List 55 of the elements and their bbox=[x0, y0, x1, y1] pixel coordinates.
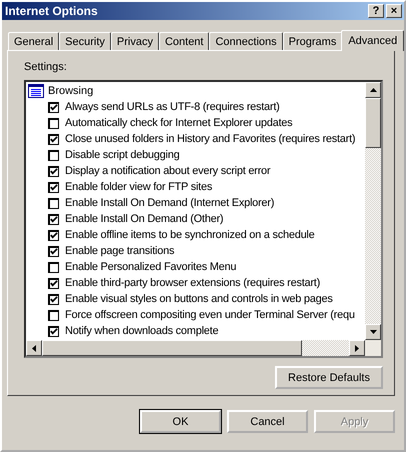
tab[interactable]: Content bbox=[158, 32, 210, 50]
checkbox[interactable] bbox=[48, 246, 59, 256]
scroll-down-icon[interactable] bbox=[365, 324, 381, 340]
scroll-left-icon[interactable] bbox=[26, 340, 42, 356]
checkbox[interactable] bbox=[48, 102, 59, 112]
list-icon bbox=[28, 84, 44, 98]
checkbox[interactable] bbox=[48, 150, 59, 160]
dialog-button[interactable]: OK bbox=[140, 410, 221, 433]
checkbox[interactable] bbox=[48, 294, 59, 304]
setting-label: Enable offline items to be synchronized on a schedule bbox=[65, 229, 314, 241]
checkbox[interactable] bbox=[48, 198, 59, 208]
checkbox[interactable] bbox=[48, 262, 59, 272]
setting-label: Enable visual styles on buttons and controls in web pages bbox=[65, 293, 333, 305]
checkbox[interactable] bbox=[48, 118, 59, 128]
setting-label: Enable page transitions bbox=[65, 245, 174, 257]
restore-defaults-button[interactable]: Restore Defaults bbox=[275, 366, 383, 389]
scroll-thumb[interactable] bbox=[365, 98, 381, 148]
setting-label: Force offscreen compositing even under Terminal Server (requ bbox=[65, 309, 355, 321]
settings-label: Settings: bbox=[24, 61, 68, 73]
scroll-thumb[interactable] bbox=[42, 340, 302, 356]
setting-label: Enable Install On Demand (Other) bbox=[65, 213, 224, 225]
vertical-scrollbar[interactable] bbox=[365, 82, 381, 340]
setting-label: Enable Personalized Favorites Menu bbox=[65, 261, 236, 273]
tab[interactable]: Connections bbox=[209, 32, 283, 50]
setting-label: Display a notification about every script error bbox=[65, 165, 270, 177]
tab[interactable]: Programs bbox=[282, 32, 342, 50]
horizontal-scrollbar[interactable] bbox=[26, 340, 381, 356]
setting-label: Close unused folders in History and Favorites (requires restart) bbox=[65, 133, 356, 145]
help-button[interactable]: ? bbox=[368, 4, 384, 18]
tab[interactable]: General bbox=[8, 32, 60, 50]
checkbox[interactable] bbox=[48, 214, 59, 224]
tab[interactable]: Advanced bbox=[341, 30, 404, 51]
setting-label: Notify when downloads complete bbox=[65, 325, 218, 337]
setting-label: Automatically check for Internet Explorer updates bbox=[65, 117, 292, 129]
setting-label: Enable third-party browser extensions (requires restart) bbox=[65, 277, 320, 289]
checkbox[interactable] bbox=[48, 134, 59, 144]
dialog-button[interactable]: Cancel bbox=[227, 410, 308, 433]
setting-label: Enable folder view for FTP sites bbox=[65, 181, 212, 193]
close-button[interactable]: × bbox=[386, 4, 402, 18]
scroll-up-icon[interactable] bbox=[365, 82, 381, 98]
checkbox[interactable] bbox=[48, 230, 59, 240]
scrollbar-corner bbox=[365, 340, 381, 356]
window-title: Internet Options bbox=[5, 4, 98, 18]
checkbox[interactable] bbox=[48, 310, 59, 320]
checkbox[interactable] bbox=[48, 166, 59, 176]
setting-label: Always send URLs as UTF-8 (requires restart) bbox=[65, 101, 280, 113]
checkbox[interactable] bbox=[48, 182, 59, 192]
checkbox[interactable] bbox=[48, 278, 59, 288]
checkbox[interactable] bbox=[48, 326, 59, 336]
setting-label: Disable script debugging bbox=[65, 149, 180, 161]
tab[interactable]: Security bbox=[59, 32, 111, 50]
scroll-right-icon[interactable] bbox=[349, 340, 365, 356]
group-heading: Browsing bbox=[48, 85, 94, 97]
setting-label: Enable Install On Demand (Internet Explorer) bbox=[65, 197, 274, 209]
tab[interactable]: Privacy bbox=[110, 32, 159, 50]
